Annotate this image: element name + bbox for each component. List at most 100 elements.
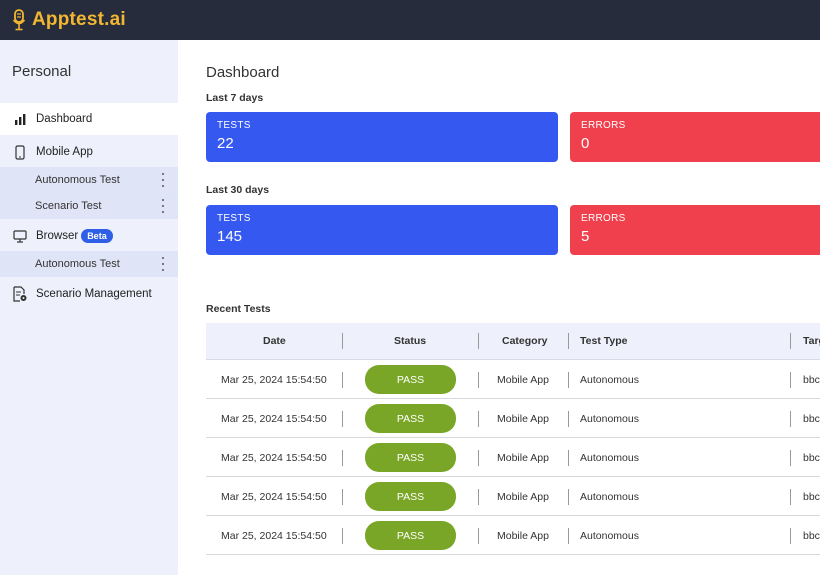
status-badge: PASS bbox=[365, 365, 456, 394]
main-content: Dashboard Last 7 days TESTS 22 ERRORS 0 … bbox=[178, 40, 820, 575]
tests-30-days-card[interactable]: TESTS 145 bbox=[206, 205, 558, 255]
monitor-icon bbox=[13, 229, 27, 243]
cell-date: Mar 25, 2024 15:54:50 bbox=[221, 530, 327, 542]
cell-target: bbc bbox=[803, 413, 820, 425]
column-header-test-type[interactable]: Test Type bbox=[580, 335, 627, 347]
cell-divider bbox=[342, 528, 343, 544]
sidebar-subitem-label: Scenario Test bbox=[35, 200, 102, 212]
column-divider[interactable] bbox=[342, 333, 343, 349]
card-value: 145 bbox=[217, 228, 243, 245]
card-label: ERRORS bbox=[581, 213, 626, 224]
period-label-30-days: Last 30 days bbox=[206, 184, 270, 196]
sidebar-item-label: Mobile App bbox=[36, 146, 93, 158]
recent-tests-table: Date Status Category Test Type Targ Mar … bbox=[206, 323, 820, 555]
cell-target: bbc bbox=[803, 374, 820, 386]
cell-date: Mar 25, 2024 15:54:50 bbox=[221, 491, 327, 503]
status-badge: PASS bbox=[365, 404, 456, 433]
cell-divider bbox=[568, 489, 569, 505]
cell-divider bbox=[478, 528, 479, 544]
cell-category: Mobile App bbox=[497, 530, 549, 542]
cell-divider bbox=[342, 450, 343, 466]
kebab-icon[interactable] bbox=[162, 199, 165, 213]
cell-test-type: Autonomous bbox=[580, 530, 639, 542]
status-badge: PASS bbox=[365, 443, 456, 472]
sidebar-item-mobile-app[interactable]: Mobile App bbox=[0, 136, 178, 168]
cell-category: Mobile App bbox=[497, 374, 549, 386]
page-title: Dashboard bbox=[206, 64, 280, 81]
cell-divider bbox=[342, 372, 343, 388]
column-header-status[interactable]: Status bbox=[394, 335, 426, 347]
table-row[interactable]: Mar 25, 2024 15:54:50 PASS Mobile App Au… bbox=[206, 360, 820, 399]
beta-badge: Beta bbox=[81, 229, 113, 243]
cell-divider bbox=[790, 411, 791, 427]
document-gear-icon bbox=[13, 286, 27, 302]
card-value: 0 bbox=[581, 135, 590, 152]
table-row[interactable]: Mar 25, 2024 15:54:50 PASS Mobile App Au… bbox=[206, 477, 820, 516]
cell-category: Mobile App bbox=[497, 413, 549, 425]
column-header-category[interactable]: Category bbox=[502, 335, 548, 347]
cell-test-type: Autonomous bbox=[580, 413, 639, 425]
kebab-icon[interactable] bbox=[162, 173, 165, 187]
sidebar-subitem-label: Autonomous Test bbox=[35, 258, 120, 270]
card-value: 22 bbox=[217, 135, 234, 152]
sidebar-subitem-browser-autonomous-test[interactable]: Autonomous Test bbox=[0, 251, 178, 277]
cell-divider bbox=[790, 489, 791, 505]
column-divider[interactable] bbox=[790, 333, 791, 349]
sidebar-item-dashboard[interactable]: Dashboard bbox=[0, 103, 178, 135]
cell-divider bbox=[478, 450, 479, 466]
sidebar-subitem-label: Autonomous Test bbox=[35, 174, 120, 186]
recent-tests-title: Recent Tests bbox=[206, 303, 271, 315]
microphone-logo-icon bbox=[12, 9, 26, 31]
errors-30-days-card[interactable]: ERRORS 5 bbox=[570, 205, 820, 255]
sidebar-item-scenario-management[interactable]: Scenario Management bbox=[0, 278, 178, 310]
cell-test-type: Autonomous bbox=[580, 374, 639, 386]
cell-divider bbox=[342, 411, 343, 427]
cell-divider bbox=[568, 450, 569, 466]
sidebar-item-browser[interactable]: Browser Beta bbox=[0, 220, 178, 252]
column-header-date[interactable]: Date bbox=[263, 335, 286, 347]
right-page-edge bbox=[820, 0, 831, 575]
column-divider[interactable] bbox=[568, 333, 569, 349]
cell-date: Mar 25, 2024 15:54:50 bbox=[221, 413, 327, 425]
sidebar-item-label: Dashboard bbox=[36, 113, 93, 125]
cell-divider bbox=[568, 411, 569, 427]
cell-divider bbox=[342, 489, 343, 505]
cell-target: bbc bbox=[803, 530, 820, 542]
cell-test-type: Autonomous bbox=[580, 491, 639, 503]
table-row[interactable]: Mar 25, 2024 15:54:50 PASS Mobile App Au… bbox=[206, 438, 820, 477]
cell-divider bbox=[478, 411, 479, 427]
table-header: Date Status Category Test Type Targ bbox=[206, 323, 820, 360]
sidebar-item-label: Scenario Management bbox=[36, 288, 152, 300]
card-label: ERRORS bbox=[581, 120, 626, 131]
table-row[interactable]: Mar 25, 2024 15:54:50 PASS Mobile App Au… bbox=[206, 399, 820, 438]
period-label-7-days: Last 7 days bbox=[206, 92, 264, 104]
cell-divider bbox=[478, 372, 479, 388]
cell-target: bbc bbox=[803, 491, 820, 503]
status-badge: PASS bbox=[365, 521, 456, 550]
card-label: TESTS bbox=[217, 120, 251, 131]
errors-7-days-card[interactable]: ERRORS 0 bbox=[570, 112, 820, 162]
card-label: TESTS bbox=[217, 213, 251, 224]
sidebar-subitem-mobile-scenario-test[interactable]: Scenario Test bbox=[0, 193, 178, 219]
app-logo-text[interactable]: Apptest.ai bbox=[32, 9, 126, 31]
cell-date: Mar 25, 2024 15:54:50 bbox=[221, 452, 327, 464]
cell-divider bbox=[568, 372, 569, 388]
sidebar-item-label: Browser bbox=[36, 230, 79, 242]
cell-divider bbox=[790, 450, 791, 466]
phone-icon bbox=[13, 144, 27, 160]
column-divider[interactable] bbox=[478, 333, 479, 349]
card-value: 5 bbox=[581, 228, 590, 245]
cell-test-type: Autonomous bbox=[580, 452, 639, 464]
top-bar: Apptest.ai bbox=[0, 0, 831, 40]
cell-divider bbox=[568, 528, 569, 544]
cell-divider bbox=[790, 372, 791, 388]
sidebar-subitem-mobile-autonomous-test[interactable]: Autonomous Test bbox=[0, 167, 178, 193]
sidebar: Personal Dashboard Mobile App Autonomous… bbox=[0, 40, 178, 575]
column-header-target[interactable]: Targ bbox=[803, 335, 820, 347]
status-badge: PASS bbox=[365, 482, 456, 511]
tests-7-days-card[interactable]: TESTS 22 bbox=[206, 112, 558, 162]
cell-date: Mar 25, 2024 15:54:50 bbox=[221, 374, 327, 386]
kebab-icon[interactable] bbox=[162, 257, 165, 271]
sidebar-section-title: Personal bbox=[12, 63, 72, 80]
table-row[interactable]: Mar 25, 2024 15:54:50 PASS Mobile App Au… bbox=[206, 516, 820, 555]
